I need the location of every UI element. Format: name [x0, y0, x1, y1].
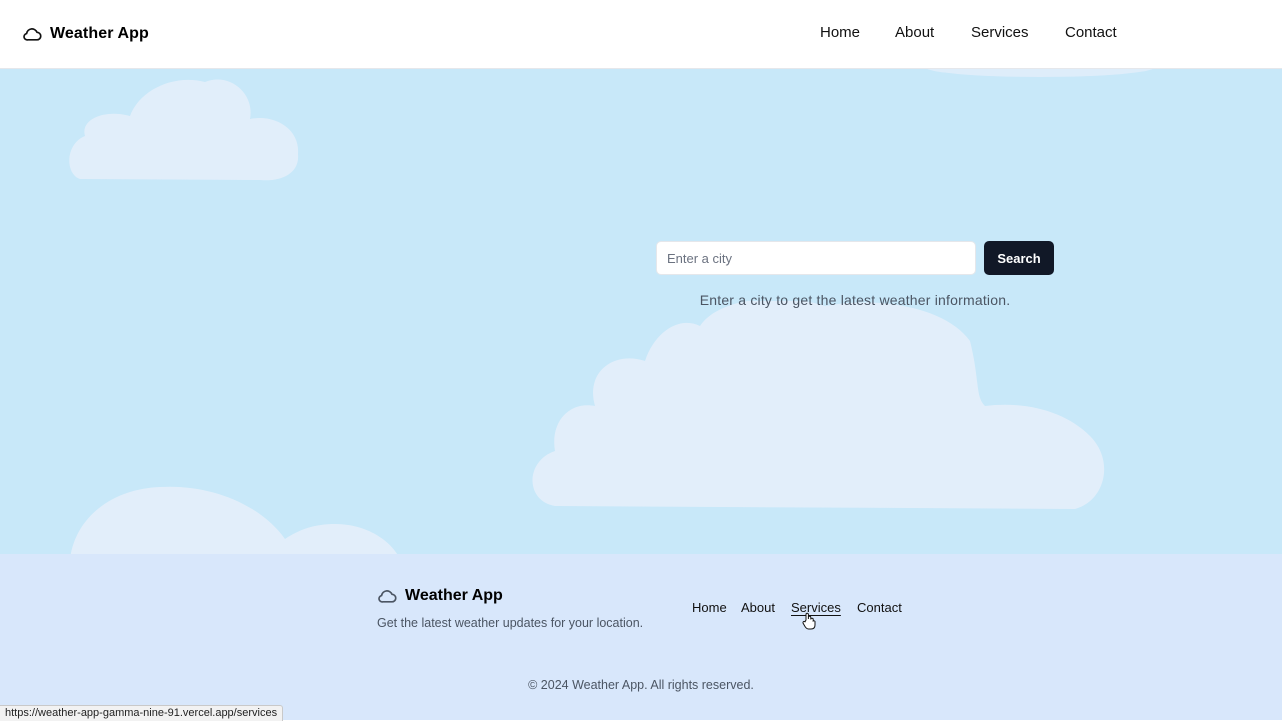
background-cloud-top-left	[69, 79, 299, 181]
footer-brand-name: Weather App	[405, 587, 503, 604]
copyright-text: © 2024 Weather App. All rights reserved.	[528, 678, 754, 692]
hand-cursor-icon	[802, 612, 816, 630]
city-search-input[interactable]	[656, 241, 976, 275]
hero-section: Search Enter a city to get the latest we…	[0, 69, 1282, 554]
footer-nav-home-link[interactable]: Home	[692, 600, 727, 615]
nav-contact-link[interactable]: Contact	[1065, 24, 1117, 41]
city-search-form: Search	[656, 241, 1054, 275]
nav-about-link[interactable]: About	[895, 24, 934, 41]
background-cloud-large	[532, 301, 1105, 509]
footer-nav-about-link[interactable]: About	[741, 600, 775, 615]
footer-brand: Weather App	[377, 586, 503, 606]
footer-nav-contact-link[interactable]: Contact	[857, 600, 902, 615]
cloud-icon	[378, 590, 397, 603]
link-status-url: https://weather-app-gamma-nine-91.vercel…	[0, 705, 284, 721]
background-cloud-top-right	[927, 69, 1153, 77]
nav-services-link[interactable]: Services	[971, 24, 1029, 41]
search-hint-text: Enter a city to get the latest weather i…	[699, 292, 1011, 308]
cloud-icon	[23, 28, 42, 41]
footer: Weather App Get the latest weather updat…	[0, 554, 1282, 720]
brand-link[interactable]: Weather App	[22, 22, 149, 46]
brand-name: Weather App	[50, 25, 149, 42]
footer-tagline: Get the latest weather updates for your …	[377, 616, 644, 630]
background-cloud-bottom-left	[70, 486, 398, 554]
nav-home-link[interactable]: Home	[820, 24, 860, 41]
top-navbar: Weather App Home About Services Contact	[0, 0, 1282, 69]
search-button[interactable]: Search	[984, 241, 1054, 275]
